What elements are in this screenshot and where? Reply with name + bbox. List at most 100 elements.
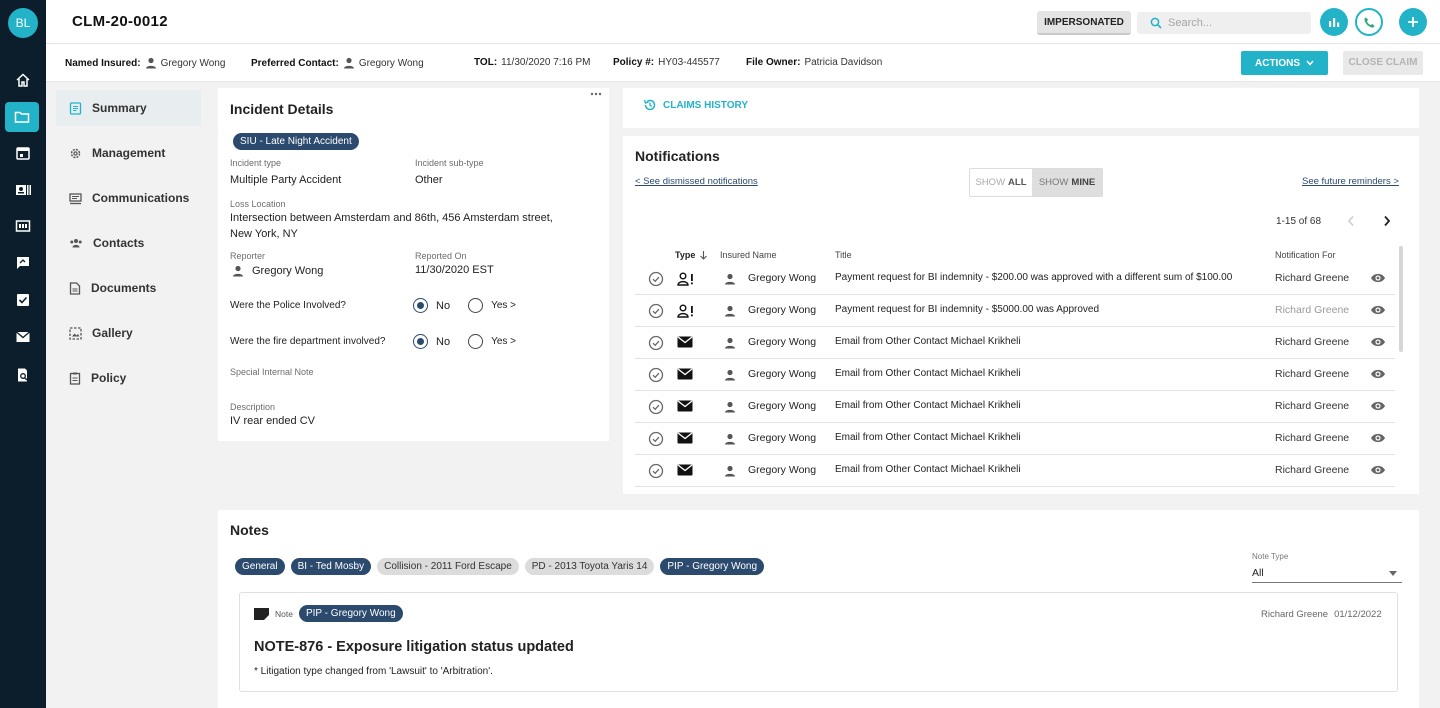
notification-row[interactable]: Gregory Wong Email from Other Contact Mic…	[635, 359, 1395, 391]
named-insured: Named Insured: Gregory Wong	[65, 57, 225, 69]
mark-done-icon[interactable]	[648, 271, 664, 287]
reporter: Gregory Wong	[232, 265, 323, 277]
police-no-radio[interactable]	[413, 298, 428, 313]
claims-history-link[interactable]: CLAIMS HISTORY	[643, 98, 748, 112]
notification-row[interactable]: Gregory Wong Payment request for BI indem…	[635, 295, 1395, 327]
policy-value[interactable]: HY03-445577	[658, 57, 720, 68]
eye-icon[interactable]	[1370, 400, 1386, 412]
police-yes-radio[interactable]	[468, 298, 484, 313]
notification-for: Richard Greene	[1275, 336, 1350, 348]
eye-icon[interactable]	[1370, 304, 1386, 316]
nav-policy-label: Policy	[91, 371, 127, 385]
notification-row[interactable]: Gregory Wong Email from Other Contact Mic…	[635, 423, 1395, 455]
person-icon	[724, 433, 736, 445]
mark-done-icon[interactable]	[648, 463, 664, 479]
stats-button[interactable]	[1320, 8, 1348, 36]
left-rail: BL	[0, 0, 46, 708]
more-options-icon[interactable]	[590, 91, 602, 97]
notification-title[interactable]: Payment request for BI indemnity - $5000…	[835, 304, 1099, 315]
close-claim-button[interactable]: CLOSE CLAIM	[1343, 51, 1423, 75]
gallery-icon	[69, 326, 82, 340]
checklist-icon[interactable]	[11, 288, 35, 312]
call-button[interactable]	[1355, 8, 1383, 36]
show-mine-label: MINE	[1071, 177, 1096, 188]
notification-insured[interactable]: Gregory Wong	[748, 304, 816, 316]
notifications-scrollbar[interactable]	[1399, 246, 1403, 352]
show-all-button[interactable]: SHOW ALL	[970, 169, 1032, 196]
mark-done-icon[interactable]	[648, 303, 664, 319]
fire-no-radio[interactable]	[413, 334, 428, 349]
col-type-header[interactable]: Type	[675, 250, 708, 260]
note-filter-chip[interactable]: BI - Ted Mosby	[290, 558, 372, 575]
notification-row[interactable]: Gregory Wong Email from Other Contact Mic…	[635, 455, 1395, 487]
nav-management-label: Management	[92, 146, 166, 160]
mark-done-icon[interactable]	[648, 367, 664, 383]
named-insured-value[interactable]: Gregory Wong	[161, 58, 226, 69]
note-filter-chip[interactable]: Collision - 2011 Ford Escape	[377, 558, 519, 575]
add-button[interactable]	[1399, 8, 1427, 36]
notification-title[interactable]: Email from Other Contact Michael Krikhel…	[835, 464, 1021, 475]
mark-done-icon[interactable]	[648, 335, 664, 351]
nav-communications[interactable]: Communications	[56, 180, 201, 216]
notification-for: Richard Greene	[1275, 368, 1350, 380]
prev-page-icon[interactable]	[1347, 215, 1355, 227]
numbers-icon[interactable]	[11, 214, 35, 238]
future-reminders-link[interactable]: See future reminders >	[1302, 176, 1399, 187]
notification-insured[interactable]: Gregory Wong	[748, 368, 816, 380]
folder-icon[interactable]	[5, 102, 39, 132]
actions-button[interactable]: ACTIONS	[1241, 51, 1328, 75]
claims-history-card: CLAIMS HISTORY	[623, 88, 1419, 128]
notification-title[interactable]: Payment request for BI indemnity - $200.…	[835, 272, 1232, 283]
impersonated-button[interactable]: IMPERSONATED	[1037, 11, 1131, 35]
incident-type-label: Incident type	[230, 158, 282, 168]
next-page-icon[interactable]	[1383, 215, 1391, 227]
notification-title[interactable]: Email from Other Contact Michael Krikhel…	[835, 432, 1021, 443]
bar-chart-icon	[1327, 15, 1341, 29]
nav-management[interactable]: Management	[56, 135, 201, 171]
eye-icon[interactable]	[1370, 432, 1386, 444]
notification-row[interactable]: Gregory Wong Email from Other Contact Mic…	[635, 391, 1395, 423]
note-filter-chip[interactable]: PIP - Gregory Wong	[660, 558, 765, 575]
notification-insured[interactable]: Gregory Wong	[748, 336, 816, 348]
notification-insured[interactable]: Gregory Wong	[748, 432, 816, 444]
mark-done-icon[interactable]	[648, 399, 664, 415]
search-input[interactable]: Search...	[1137, 12, 1311, 34]
eye-icon[interactable]	[1370, 464, 1386, 476]
nav-gallery[interactable]: Gallery	[56, 315, 201, 351]
notification-for: Richard Greene	[1275, 464, 1350, 476]
chat-icon[interactable]	[11, 251, 35, 275]
nav-contacts[interactable]: Contacts	[56, 225, 201, 261]
show-mine-button[interactable]: SHOW MINE	[1032, 169, 1102, 196]
nav-policy[interactable]: Policy	[56, 360, 201, 396]
mark-done-icon[interactable]	[648, 431, 664, 447]
nav-communications-label: Communications	[92, 191, 190, 205]
eye-icon[interactable]	[1370, 368, 1386, 380]
notification-insured[interactable]: Gregory Wong	[748, 272, 816, 284]
notification-title[interactable]: Email from Other Contact Michael Krikhel…	[835, 336, 1021, 347]
notification-insured[interactable]: Gregory Wong	[748, 400, 816, 412]
dismissed-notifications-link[interactable]: < See dismissed notifications	[635, 176, 758, 187]
id-card-icon[interactable]	[11, 178, 35, 202]
notification-title[interactable]: Email from Other Contact Michael Krikhel…	[835, 400, 1021, 411]
note-type-select[interactable]: All	[1252, 565, 1402, 583]
nav-summary[interactable]: Summary	[56, 90, 201, 126]
note-item[interactable]: Note PIP - Gregory Wong Richard Greene 0…	[239, 592, 1398, 692]
notification-row[interactable]: Gregory Wong Payment request for BI indem…	[635, 263, 1395, 295]
calendar-icon[interactable]	[11, 141, 35, 165]
document-search-icon[interactable]	[11, 363, 35, 387]
note-filter-chip[interactable]: General	[235, 558, 285, 575]
eye-icon[interactable]	[1370, 272, 1386, 284]
nav-documents[interactable]: Documents	[56, 270, 201, 306]
notification-title[interactable]: Email from Other Contact Michael Krikhel…	[835, 368, 1021, 379]
eye-icon[interactable]	[1370, 336, 1386, 348]
home-icon[interactable]	[11, 68, 35, 92]
user-avatar[interactable]: BL	[8, 8, 38, 38]
mail-icon[interactable]	[11, 325, 35, 349]
notification-insured[interactable]: Gregory Wong	[748, 464, 816, 476]
preferred-contact-value[interactable]: Gregory Wong	[359, 58, 424, 69]
fire-yes-radio[interactable]	[468, 334, 484, 349]
col-for-header: Notification For	[1275, 250, 1336, 260]
note-filter-chip[interactable]: PD - 2013 Toyota Yaris 14	[524, 558, 655, 575]
notification-row[interactable]: Gregory Wong Email from Other Contact Mic…	[635, 327, 1395, 359]
person-alert-icon	[677, 272, 695, 286]
